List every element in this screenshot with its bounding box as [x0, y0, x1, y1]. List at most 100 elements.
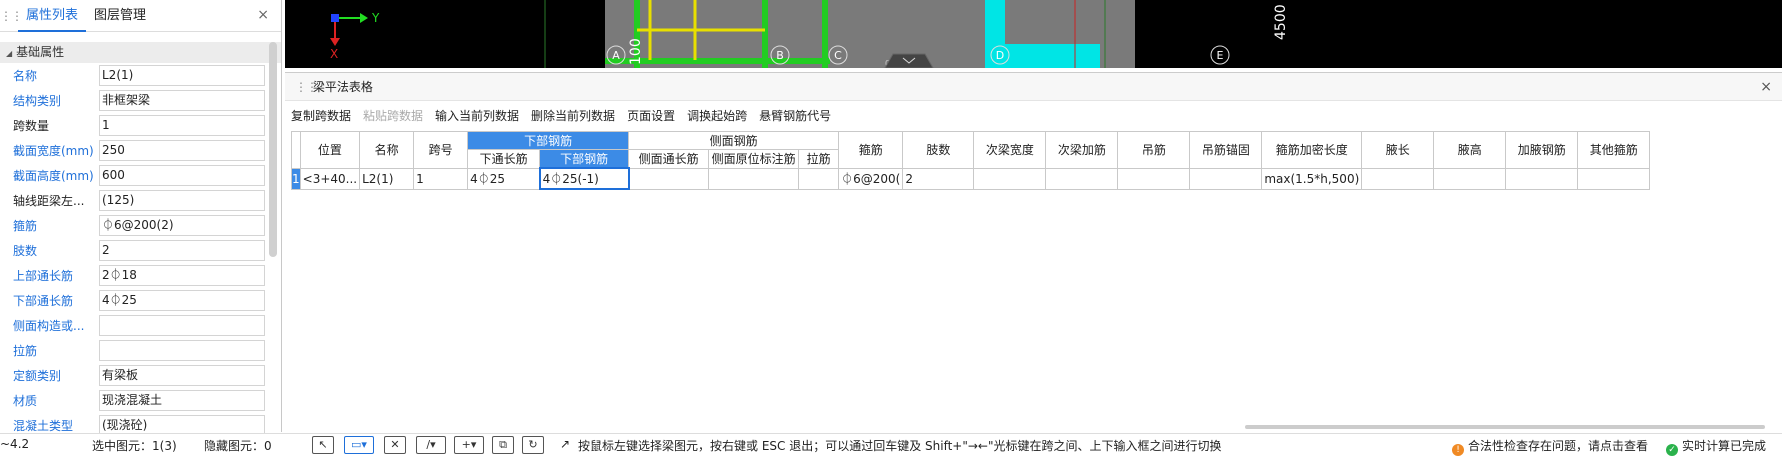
cell-dense-length[interactable]: max(1.5*h,500)	[1261, 167, 1363, 190]
col-header-legs[interactable]: 肢数	[902, 131, 975, 169]
tab-property-list[interactable]: 属性列表	[18, 0, 87, 32]
cell-span[interactable]: 1	[413, 167, 469, 190]
toolbar-button[interactable]: 删除当前列数据	[531, 107, 615, 124]
property-row[interactable]: 肢数 2	[0, 238, 281, 263]
property-row[interactable]: 截面宽度(mm) 250	[0, 138, 281, 163]
col-header-other-stirrup[interactable]: 其他箍筋	[1577, 131, 1651, 169]
col-header-position[interactable]: 位置	[299, 131, 361, 169]
property-row[interactable]: 截面高度(mm) 600	[0, 163, 281, 188]
cell-bottom-rebar[interactable]: 4⏀25(-1)	[538, 167, 630, 190]
cell-secondary-width[interactable]	[973, 167, 1047, 190]
col-header-stirrup[interactable]: 箍筋	[838, 131, 904, 169]
cell-side-original[interactable]	[708, 167, 800, 190]
cell-haunch-height[interactable]	[1433, 167, 1507, 190]
property-value-input[interactable]: 2	[99, 240, 265, 261]
property-value-input[interactable]: ⏀6@200(2)	[99, 215, 265, 236]
col-header-hanger[interactable]: 吊筋	[1117, 131, 1191, 169]
toolbar-button[interactable]: 输入当前列数据	[435, 107, 519, 124]
table-toolbar: 复制跨数据 粘贴跨数据 输入当前列数据 删除当前列数据 页面设置 调换起始跨 悬臂钢筋代号	[285, 101, 1782, 129]
property-value-input[interactable]	[99, 340, 265, 361]
status-check[interactable]: ! 合法性检查存在问题，请点击查看	[1452, 437, 1648, 456]
property-row[interactable]: 拉筋	[0, 338, 281, 363]
group-basic-properties[interactable]: ◢ 基础属性	[0, 42, 281, 63]
property-row[interactable]: 跨数量 1	[0, 113, 281, 138]
drag-handle-icon[interactable]: ⋮⋮	[0, 9, 23, 23]
property-row[interactable]: 上部通长筋 2⏀18	[0, 263, 281, 288]
property-row[interactable]: 下部通长筋 4⏀25	[0, 288, 281, 313]
property-row[interactable]: 材质 现浇混凝土	[0, 388, 281, 413]
row-number[interactable]: 1	[291, 167, 301, 190]
cell-haunch-length[interactable]	[1361, 167, 1435, 190]
col-header-hanger-anchor[interactable]: 吊筋锚固	[1189, 131, 1263, 169]
property-value-input[interactable]: 非框架梁	[99, 90, 265, 111]
col-header-haunch-length[interactable]: 腋长	[1361, 131, 1435, 169]
cad-viewport[interactable]: A B C D E 100 4500 04 Y X	[285, 0, 1782, 68]
cell-haunch-rebar[interactable]	[1505, 167, 1579, 190]
col-header-span[interactable]: 跨号	[413, 131, 469, 169]
property-value-input[interactable]: 600	[99, 165, 265, 186]
property-row[interactable]: 箍筋 ⏀6@200(2)	[0, 213, 281, 238]
drag-handle-icon[interactable]: ⋮⋮	[295, 73, 318, 101]
col-header-secondary-width[interactable]: 次梁宽度	[973, 131, 1047, 169]
status-realtime: ✓ 实时计算已完成	[1666, 437, 1766, 456]
cross-select-icon[interactable]: ✕	[384, 436, 406, 454]
property-row[interactable]: 名称 L2(1)	[0, 63, 281, 88]
cell-legs[interactable]: 2	[902, 167, 975, 190]
col-header-haunch-rebar[interactable]: 加腋钢筋	[1505, 131, 1579, 169]
col-header-haunch-height[interactable]: 腋高	[1433, 131, 1507, 169]
property-value-input[interactable]: L2(1)	[99, 65, 265, 86]
collapse-triangle-icon[interactable]: ◢	[6, 49, 12, 58]
line-select-icon[interactable]: ∕▾	[416, 436, 446, 454]
cell-stirrup[interactable]: ⏀6@200(	[838, 167, 904, 190]
cell-side-through[interactable]	[628, 167, 710, 190]
property-value-input[interactable]: 2⏀18	[99, 265, 265, 286]
cell-tie[interactable]	[798, 167, 840, 190]
row-number-header[interactable]	[291, 131, 301, 169]
property-row[interactable]: 结构类别 非框架梁	[0, 88, 281, 113]
toolbar-button[interactable]: 复制跨数据	[291, 107, 351, 124]
property-value-input[interactable]: 1	[99, 115, 265, 136]
copy-icon[interactable]: ⧉	[492, 436, 514, 454]
col-header-name[interactable]: 名称	[359, 131, 415, 169]
col-header-side-through[interactable]: 侧面通长筋	[628, 149, 710, 169]
group-header-side-rebar[interactable]: 侧面钢筋	[628, 131, 840, 150]
close-icon[interactable]: ×	[1760, 73, 1772, 101]
toolbar-button[interactable]: 页面设置	[627, 107, 675, 124]
cell-hanger[interactable]	[1117, 167, 1191, 190]
property-value-input[interactable]: 有梁板	[99, 365, 265, 386]
col-header-tie[interactable]: 拉筋	[798, 149, 840, 169]
property-row[interactable]: 轴线距梁左... (125)	[0, 188, 281, 213]
cell-hanger-anchor[interactable]	[1189, 167, 1263, 190]
cell-bottom-through[interactable]: 4⏀25	[467, 167, 541, 190]
property-value-input[interactable]: (125)	[99, 190, 265, 211]
col-header-side-original[interactable]: 侧面原位标注筋	[708, 149, 800, 169]
tab-layer-management[interactable]: 图层管理	[86, 0, 154, 32]
table-row[interactable]: 1 <3+40... L2(1) 1 4⏀25 4⏀25(-1) ⏀6@200(…	[291, 167, 1651, 190]
property-value-input[interactable]: 4⏀25	[99, 290, 265, 311]
property-row[interactable]: 侧面构造或...	[0, 313, 281, 338]
rotate-icon[interactable]: ↻	[522, 436, 544, 454]
col-header-bottom-through[interactable]: 下通长筋	[467, 149, 541, 169]
toolbar-button[interactable]: 悬臂钢筋代号	[759, 107, 831, 124]
cursor-select-icon[interactable]: ↖	[312, 436, 334, 454]
group-header-bottom-rebar[interactable]: 下部钢筋	[467, 131, 630, 150]
cell-other-stirrup[interactable]	[1577, 167, 1651, 190]
cell-secondary-add[interactable]	[1045, 167, 1119, 190]
property-value-input[interactable]: 现浇混凝土	[99, 390, 265, 411]
horizontal-scrollbar[interactable]	[1245, 425, 1765, 429]
vertical-scrollbar[interactable]	[269, 42, 277, 257]
panel-titlebar[interactable]: ⋮⋮ 梁平法表格 ×	[285, 73, 1782, 101]
toolbar-button[interactable]: 粘贴跨数据	[363, 107, 423, 124]
add-point-icon[interactable]: +▾	[454, 436, 484, 454]
col-header-secondary-add[interactable]: 次梁加筋	[1045, 131, 1119, 169]
property-value-input[interactable]	[99, 315, 265, 336]
property-value-input[interactable]: 250	[99, 140, 265, 161]
rect-select-icon[interactable]: ▭▾	[344, 436, 374, 454]
property-row[interactable]: 定额类别 有梁板	[0, 363, 281, 388]
cell-position[interactable]: <3+40...	[299, 167, 361, 190]
close-icon[interactable]: ×	[257, 7, 269, 23]
toolbar-button[interactable]: 调换起始跨	[687, 107, 747, 124]
col-header-bottom-rebar[interactable]: 下部钢筋	[539, 149, 630, 169]
cell-name[interactable]: L2(1)	[359, 167, 415, 190]
col-header-dense-length[interactable]: 箍筋加密长度	[1261, 131, 1363, 169]
